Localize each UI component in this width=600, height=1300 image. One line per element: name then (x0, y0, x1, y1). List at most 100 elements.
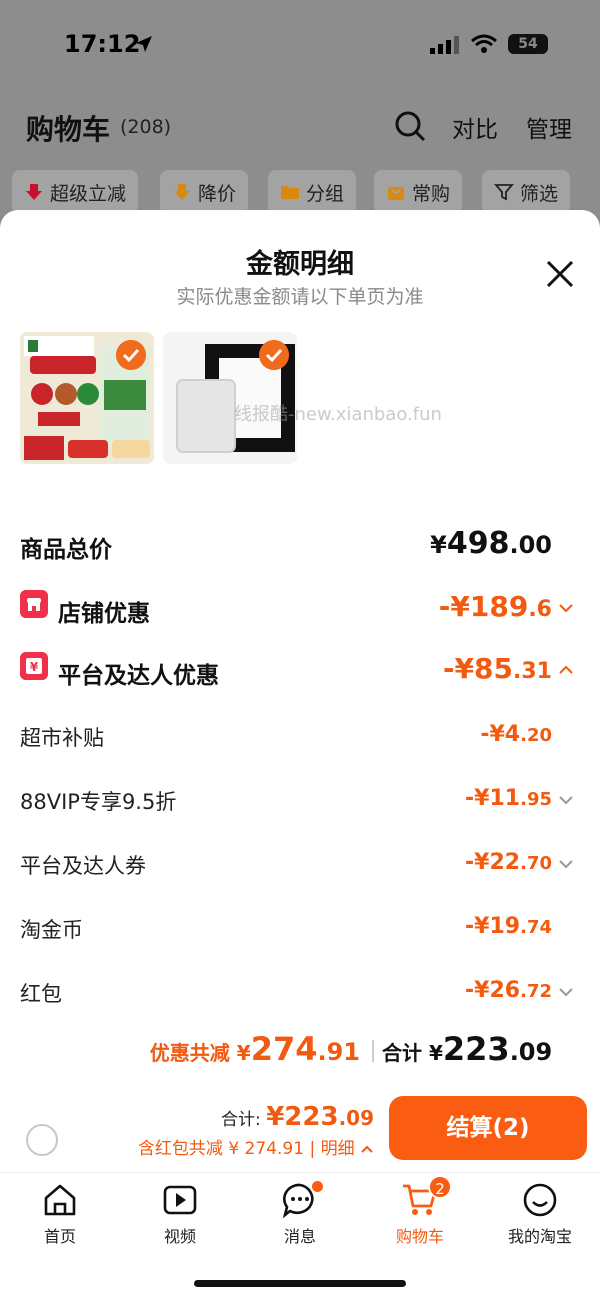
checkout-total-int: ¥223 (266, 1102, 339, 1132)
cart-header: 购物车 (208) 对比 管理 (0, 100, 600, 156)
tab-label: 首页 (43, 1227, 76, 1246)
checkout-button[interactable]: 结算(2) (389, 1096, 587, 1160)
cart-item-count: (208) (120, 116, 172, 138)
smile-face-icon (523, 1183, 557, 1217)
platform-discount-int: -¥85 (442, 652, 514, 685)
row-supermarket-subsidy: 超市补贴 -¥4.20 (20, 718, 580, 758)
supermarket-subsidy-dec: .20 (520, 725, 552, 746)
select-all-checkbox[interactable] (26, 1124, 58, 1156)
shop-discount-value: -¥189.6 (439, 590, 552, 623)
filter-chips: 超级立减 降价 分组 常购 筛选 (12, 170, 600, 214)
product-thumbnail-rice[interactable] (20, 332, 154, 464)
chip-group[interactable]: 分组 (268, 170, 357, 214)
home-icon (44, 1184, 76, 1216)
svg-text:¥: ¥ (30, 660, 39, 674)
chip-label: 分组 (306, 182, 345, 205)
discount-summary: 优惠共减 ¥274.91 合计 ¥223.09 (0, 1030, 600, 1080)
tab-my-taobao[interactable]: 我的淘宝 (480, 1181, 600, 1251)
goods-total-label: 商品总价 (20, 537, 112, 563)
selected-check-icon[interactable] (116, 340, 146, 370)
amount-detail-sheet: 金额明细 实际优惠金额请以下单页为准 线报酷-new.xianbao.fun 商… (0, 210, 600, 1300)
tab-cart[interactable]: 2 购物车 (360, 1175, 480, 1251)
sheet-title: 金额明细 (246, 249, 354, 280)
chip-filter[interactable]: 筛选 (482, 170, 571, 214)
chevron-down-icon[interactable] (558, 986, 574, 998)
chevron-down-icon[interactable] (558, 858, 574, 870)
platform-coupon-int: -¥22 (465, 850, 521, 875)
tab-label: 我的淘宝 (507, 1227, 572, 1246)
supermarket-subsidy-value: -¥4.20 (480, 722, 552, 747)
vip-discount-value: -¥11.95 (465, 786, 552, 811)
taojinbi-dec: .74 (520, 917, 552, 938)
chip-super-discount[interactable]: 超级立减 (12, 170, 139, 214)
total-discount-dec: .91 (317, 1038, 360, 1066)
home-indicator (194, 1280, 406, 1287)
manage-button[interactable]: 管理 (526, 110, 572, 144)
chip-label: 常购 (412, 182, 451, 205)
red-packet-int: -¥26 (465, 978, 521, 1003)
row-shop-discount[interactable]: 店铺优惠 -¥189.6 (20, 590, 580, 630)
checkout-total-dec: .09 (338, 1106, 374, 1130)
row-platform-discount[interactable]: ¥ 平台及达人优惠 -¥85.31 (20, 652, 580, 692)
chip-price-drop[interactable]: 降价 (160, 170, 249, 214)
filter-icon (494, 184, 514, 201)
chip-label: 筛选 (520, 182, 559, 205)
vip-discount-dec: .95 (520, 789, 552, 810)
platform-coupon-dec: .70 (520, 853, 552, 874)
wifi-icon (471, 34, 497, 53)
shopping-bag-icon (388, 187, 404, 200)
taojinbi-int: -¥19 (465, 914, 521, 939)
taojinbi-value: -¥19.74 (465, 914, 552, 939)
divider (372, 1040, 374, 1062)
chevron-down-icon[interactable] (558, 602, 574, 614)
tab-label: 消息 (283, 1227, 316, 1246)
tab-home[interactable]: 首页 (0, 1181, 120, 1251)
price-drop-icon (174, 184, 190, 200)
chevron-down-icon[interactable] (558, 794, 574, 806)
goods-total-int: 498 (446, 526, 510, 561)
red-packet-dec: .72 (520, 981, 552, 1002)
row-88vip[interactable]: 88VIP专享9.5折 -¥11.95 (20, 782, 580, 822)
product-thumbnail-frame[interactable] (163, 332, 297, 464)
row-red-packet[interactable]: 红包 -¥26.72 (20, 974, 580, 1014)
tab-messages[interactable]: 消息 (240, 1181, 360, 1251)
search-icon[interactable] (394, 110, 426, 142)
notification-dot (312, 1181, 323, 1192)
discount-note-text: 含红包共减 ¥ 274.91 | 明细 (137, 1139, 355, 1159)
tab-video[interactable]: 视频 (120, 1181, 240, 1251)
chip-label: 超级立减 (50, 182, 127, 205)
total-discount: 优惠共减 ¥274.91 (150, 1030, 360, 1068)
row-taojinbi: 淘金币 -¥19.74 (20, 910, 580, 950)
goods-total-value: ¥498.00 (430, 526, 552, 561)
checkout-bar: 合计: ¥223.09 含红包共减 ¥ 274.91 | 明细 结算(2) (0, 1090, 600, 1172)
checkout-total: 合计: ¥223.09 (221, 1102, 374, 1132)
checkout-discount-note[interactable]: 含红包共减 ¥ 274.91 | 明细 (138, 1134, 374, 1159)
selected-check-icon[interactable] (259, 340, 289, 370)
red-packet-label: 红包 (20, 982, 62, 1006)
taojinbi-label: 淘金币 (20, 918, 83, 942)
down-arrow-icon (26, 184, 42, 200)
compare-button[interactable]: 对比 (452, 110, 498, 144)
total-discount-int: 274 (250, 1030, 318, 1068)
platform-discount-value: -¥85.31 (443, 652, 552, 685)
vip-discount-label: 88VIP专享9.5折 (20, 790, 177, 814)
shop-discount-int: -¥189 (438, 590, 529, 623)
shop-discount-label: 店铺优惠 (58, 601, 150, 627)
grand-total-int: 223 (442, 1030, 510, 1068)
shop-icon (20, 590, 48, 618)
currency-symbol: ¥ (430, 531, 447, 559)
page-title: 购物车 (26, 113, 111, 146)
shop-discount-dec: .6 (528, 597, 552, 622)
grand-total: 合计 ¥223.09 (382, 1030, 552, 1068)
row-platform-coupon[interactable]: 平台及达人券 -¥22.70 (20, 846, 580, 886)
status-time: 17:12 (64, 30, 141, 58)
chevron-up-icon (361, 1145, 373, 1153)
row-goods-total: 商品总价 ¥498.00 (20, 526, 580, 566)
chip-label: 降价 (198, 182, 237, 205)
vip-discount-int: -¥11 (465, 786, 521, 811)
chevron-up-icon[interactable] (558, 664, 574, 676)
close-icon[interactable] (540, 254, 580, 294)
grand-total-label: 合计 ¥ (382, 1041, 443, 1065)
chip-frequent[interactable]: 常购 (374, 170, 463, 214)
goods-total-dec: .00 (509, 531, 552, 559)
